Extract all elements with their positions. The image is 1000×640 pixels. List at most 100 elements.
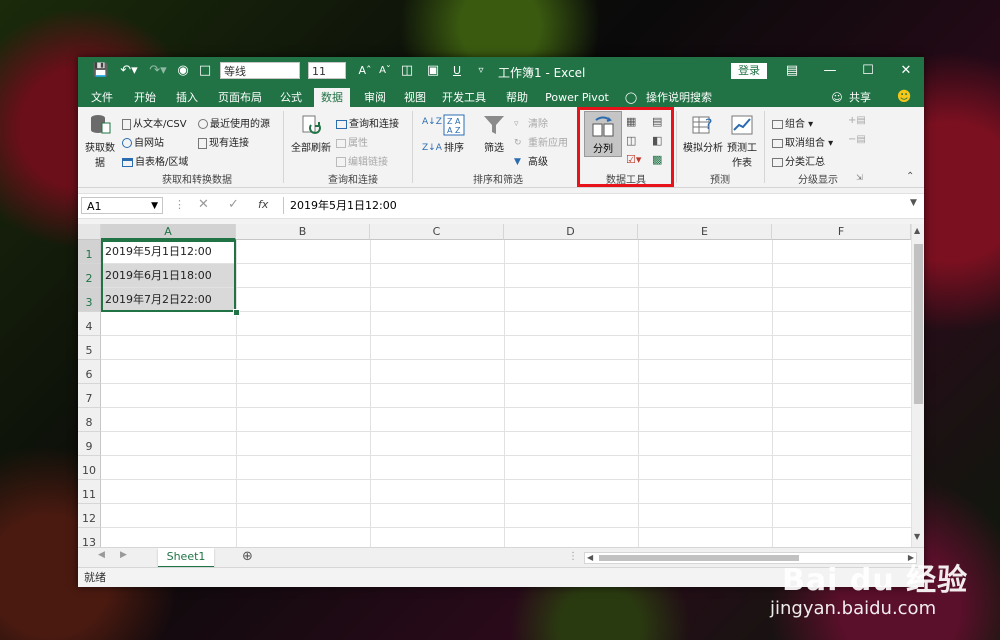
maximize-icon[interactable]: ☐	[856, 61, 880, 81]
row-header-6[interactable]: 6	[78, 360, 101, 384]
redo-icon[interactable]: ↷▾	[146, 61, 170, 81]
column-header-D[interactable]: D	[504, 224, 638, 240]
row-header-3[interactable]: 3	[78, 288, 101, 312]
advanced-filter-button[interactable]: ▼ 高级	[514, 153, 548, 169]
column-header-B[interactable]: B	[236, 224, 370, 240]
tab-help[interactable]: 帮助	[500, 88, 534, 107]
horizontal-scroll-thumb[interactable]	[599, 555, 799, 561]
clear-filter-button[interactable]: ▿ 清除	[514, 115, 548, 131]
share-button[interactable]: 共享	[846, 88, 874, 107]
column-header-A[interactable]: A	[101, 224, 236, 240]
vertical-scroll-thumb[interactable]	[914, 244, 923, 404]
edit-links-button[interactable]: 编辑链接	[336, 153, 388, 168]
tab-home[interactable]: 开始	[128, 88, 162, 107]
from-text-csv-button[interactable]: 从文本/CSV	[122, 115, 187, 130]
cancel-icon[interactable]: ✕	[198, 197, 209, 212]
tab-review[interactable]: 审阅	[358, 88, 392, 107]
queries-connections-button[interactable]: 查询和连接	[336, 115, 399, 130]
recent-sources-button[interactable]: 最近使用的源	[198, 115, 270, 130]
minimize-icon[interactable]: —	[818, 61, 842, 81]
new-document-icon[interactable]: □	[196, 61, 214, 81]
tab-page-layout[interactable]: 页面布局	[216, 88, 264, 107]
login-button[interactable]: 登录	[731, 63, 767, 79]
from-table-button[interactable]: 自表格/区域	[122, 153, 188, 168]
undo-icon[interactable]: ↶▾	[116, 61, 142, 81]
more-options-icon[interactable]: ⋮	[174, 198, 185, 211]
ungroup-button[interactable]: 取消组合 ▾	[772, 134, 833, 149]
collapse-ribbon-icon[interactable]: ⌃	[906, 171, 914, 182]
crop-icon[interactable]: ▣	[424, 61, 442, 81]
show-detail-icon[interactable]: +▤	[848, 115, 866, 126]
chevron-down-icon[interactable]: ▼	[151, 198, 158, 215]
enter-check-icon[interactable]: ✓	[228, 197, 239, 212]
borders-icon[interactable]: ◫	[398, 61, 416, 81]
formula-input[interactable]: 2019年5月1日12:00	[283, 197, 921, 214]
select-all-corner[interactable]	[78, 224, 101, 240]
get-data-button[interactable]: 获取数据	[84, 113, 116, 169]
column-header-E[interactable]: E	[638, 224, 772, 240]
row-header-1[interactable]: 1	[78, 240, 101, 264]
close-icon[interactable]: ✕	[894, 61, 918, 81]
font-size-box[interactable]: 11	[308, 62, 346, 79]
insert-function-icon[interactable]: fx	[258, 198, 268, 211]
forecast-sheet-button[interactable]: 预测工作表	[726, 113, 758, 169]
from-web-button[interactable]: 自网站	[122, 134, 164, 149]
tab-developer[interactable]: 开发工具	[440, 88, 488, 107]
name-box[interactable]: A1 ▼	[81, 197, 163, 214]
tab-power-pivot[interactable]: Power Pivot	[544, 88, 610, 107]
tab-view[interactable]: 视图	[398, 88, 432, 107]
hide-detail-icon[interactable]: −▤	[848, 134, 866, 145]
sort-descending-icon[interactable]: Z↓A	[422, 143, 442, 153]
save-icon[interactable]: 💾	[92, 61, 110, 81]
more-options-icon[interactable]: ⋮	[568, 551, 578, 562]
decrease-font-icon[interactable]: Aˇ	[376, 61, 394, 81]
row-header-5[interactable]: 5	[78, 336, 101, 360]
smiley-feedback-icon[interactable]: ☻	[896, 88, 912, 107]
vertical-scrollbar[interactable]: ▲ ▼	[911, 224, 924, 547]
row-header-2[interactable]: 2	[78, 264, 101, 288]
sort-icon: Z AA Z	[443, 114, 465, 136]
sort-button[interactable]: Z AA Z 排序	[440, 113, 468, 154]
row-header-4[interactable]: 4	[78, 312, 101, 336]
group-button[interactable]: 组合 ▾	[772, 115, 813, 130]
refresh-all-button[interactable]: 全部刷新	[290, 113, 332, 154]
increase-font-icon[interactable]: Aˆ	[356, 61, 374, 81]
tell-me-search[interactable]: 操作说明搜索	[644, 88, 714, 107]
column-header-C[interactable]: C	[370, 224, 504, 240]
row-header-13[interactable]: 13	[78, 528, 101, 547]
worksheet-grid[interactable]: A B C D E F 1 2 3 4 5 6 7 8 9 10 11 12 1…	[78, 224, 924, 547]
camera-icon[interactable]: ◉	[174, 61, 192, 81]
tab-insert[interactable]: 插入	[170, 88, 204, 107]
tab-file[interactable]: 文件	[86, 88, 118, 107]
what-if-analysis-button[interactable]: ? 模拟分析	[681, 113, 725, 154]
sort-ascending-icon[interactable]: A↓Z	[422, 117, 442, 127]
row-header-11[interactable]: 11	[78, 480, 101, 504]
expand-formula-bar-icon[interactable]: ▼	[910, 198, 917, 208]
tab-formulas[interactable]: 公式	[274, 88, 308, 107]
prev-sheet-icon[interactable]: ◀	[98, 550, 105, 560]
subtotal-button[interactable]: 分类汇总	[772, 153, 825, 168]
customize-qat-icon[interactable]: ▿	[474, 61, 488, 81]
row-header-10[interactable]: 10	[78, 456, 101, 480]
underline-icon[interactable]: U	[448, 61, 466, 81]
row-header-9[interactable]: 9	[78, 432, 101, 456]
reapply-button[interactable]: ↻ 重新应用	[514, 134, 568, 150]
scroll-left-icon[interactable]: ◀	[587, 553, 593, 562]
tab-data[interactable]: 数据	[314, 88, 350, 107]
scroll-down-icon[interactable]: ▼	[914, 532, 920, 541]
filter-button[interactable]: 筛选	[480, 113, 508, 154]
column-header-F[interactable]: F	[772, 224, 911, 240]
properties-button[interactable]: 属性	[336, 134, 368, 149]
scroll-up-icon[interactable]: ▲	[914, 226, 920, 235]
next-sheet-icon[interactable]: ▶	[120, 550, 127, 560]
sheet-tab-sheet1[interactable]: Sheet1	[158, 548, 214, 568]
row-header-7[interactable]: 7	[78, 384, 101, 408]
dialog-launcher-icon[interactable]: ⇲	[856, 173, 863, 182]
font-name-box[interactable]: 等线	[220, 62, 300, 79]
add-sheet-icon[interactable]: ⊕	[242, 549, 253, 564]
row-header-8[interactable]: 8	[78, 408, 101, 432]
row-header-12[interactable]: 12	[78, 504, 101, 528]
ribbon-display-icon[interactable]: ▤	[780, 61, 804, 81]
existing-connections-button[interactable]: 现有连接	[198, 134, 249, 149]
fill-handle[interactable]	[233, 309, 240, 316]
